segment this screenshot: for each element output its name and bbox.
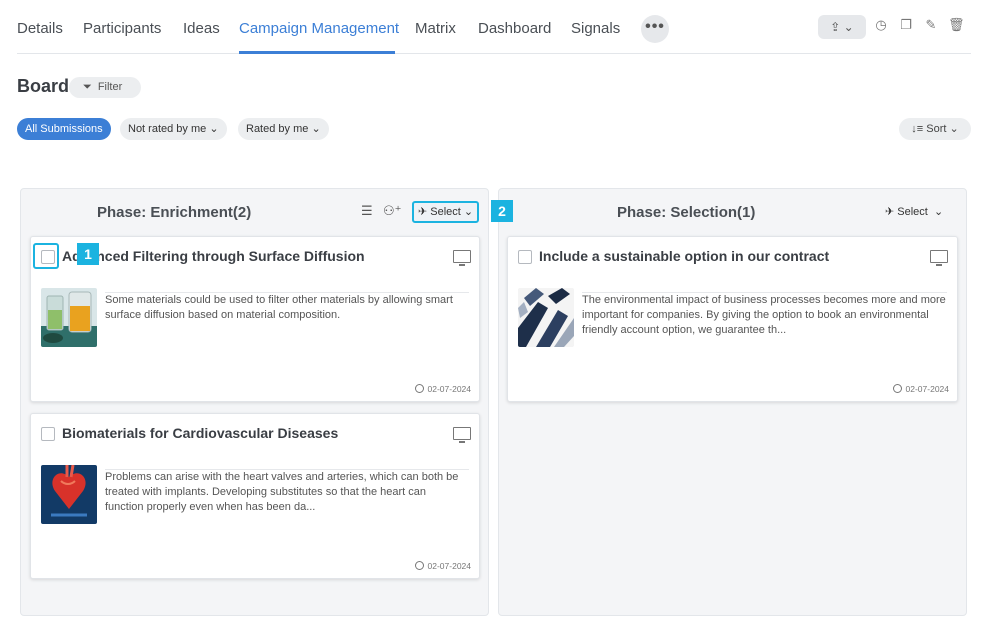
tab-campaign-management[interactable]: Campaign Management [239, 20, 399, 37]
card-date: 02-07-2024 [414, 384, 471, 394]
add-user-icon[interactable]: ⚇⁺ [383, 203, 402, 219]
phase-column-selection: Phase: Selection(1) ✈ Select ⌄ Include a… [498, 188, 967, 616]
active-tab-indicator [239, 51, 395, 54]
export-button[interactable]: ⇪ ⌄ [818, 15, 866, 39]
filter-label: Filter [97, 81, 123, 93]
column-select-button[interactable]: ✈ Select ⌄ [881, 201, 947, 223]
clock-icon [892, 384, 902, 393]
card-title: Biomaterials for Cardiovascular Diseases [62, 425, 339, 441]
card-title: Advanced Filtering through Surface Diffu… [62, 248, 365, 264]
select-label: Select [430, 206, 461, 218]
chevron-down-icon: ⌄ [209, 123, 219, 135]
card-date-label: 02-07-2024 [905, 384, 949, 394]
chevron-down-icon: ⌄ [933, 206, 944, 218]
rated-chip[interactable]: Rated by me ⌄ [238, 118, 329, 140]
card-thumbnail [41, 465, 97, 524]
idea-card[interactable]: Include a sustainable option in our cont… [507, 236, 958, 402]
card-title: Include a sustainable option in our cont… [539, 248, 830, 264]
settings-sliders-icon[interactable]: ☰ [361, 203, 373, 219]
card-checkbox[interactable] [41, 427, 55, 441]
tab-signals[interactable]: Signals [571, 20, 620, 37]
column-select-button[interactable]: ✈ Select ⌄ [412, 201, 480, 223]
sort-button[interactable]: ↓≡ Sort ⌄ [899, 118, 971, 140]
top-nav: Details Participants Ideas Campaign Mana… [17, 0, 971, 54]
present-screen-icon[interactable] [453, 427, 471, 443]
tab-participants[interactable]: Participants [83, 20, 161, 37]
sort-label: Sort [926, 123, 947, 135]
card-date: 02-07-2024 [414, 561, 471, 571]
callout-marker-1: 1 [77, 243, 99, 265]
tab-ideas[interactable]: Ideas [183, 20, 220, 37]
tab-details[interactable]: Details [17, 20, 63, 37]
column-title: Phase: Enrichment(2) [97, 204, 252, 221]
history-icon[interactable]: ◷ [873, 17, 889, 33]
copy-icon[interactable]: ❐ [898, 17, 914, 33]
tab-dashboard[interactable]: Dashboard [478, 20, 551, 37]
chevron-down-icon: ⌄ [463, 206, 474, 218]
clock-icon [414, 561, 424, 570]
card-description: The environmental impact of business pro… [582, 294, 946, 336]
edit-icon[interactable]: ✎ [923, 17, 939, 33]
chevron-down-icon: ⌄ [311, 123, 321, 135]
checkbox-highlight [33, 243, 59, 269]
card-date-label: 02-07-2024 [427, 561, 471, 571]
filter-button[interactable]: ⏷ Filter [69, 77, 141, 98]
card-thumbnail [41, 288, 97, 347]
all-submissions-chip[interactable]: All Submissions [17, 118, 111, 140]
card-date: 02-07-2024 [892, 384, 949, 394]
callout-marker-2: 2 [491, 200, 513, 222]
idea-card[interactable]: Biomaterials for Cardiovascular Diseases… [30, 413, 480, 579]
card-thumbnail [518, 288, 574, 347]
board-title: Board [17, 76, 70, 96]
pin-icon: ✈ [885, 206, 895, 218]
chevron-down-icon: ⌄ [949, 123, 959, 135]
not-rated-chip[interactable]: Not rated by me ⌄ [120, 118, 227, 140]
present-screen-icon[interactable] [930, 250, 948, 266]
card-description: Some materials could be used to filter o… [105, 294, 453, 321]
tab-matrix[interactable]: Matrix [415, 20, 456, 37]
column-title: Phase: Selection(1) [617, 204, 756, 221]
filter-icon: ⏷ [83, 81, 92, 93]
pin-icon: ✈ [418, 206, 428, 218]
delete-icon[interactable]: 🗑 [948, 17, 965, 33]
more-options-button[interactable]: ••• [641, 15, 669, 43]
not-rated-label: Not rated by me [128, 123, 207, 135]
rated-label: Rated by me [246, 123, 309, 135]
select-label: Select [897, 206, 928, 218]
clock-icon [414, 384, 424, 393]
present-screen-icon[interactable] [453, 250, 471, 266]
card-checkbox[interactable] [518, 250, 532, 264]
sort-icon: ↓≡ [911, 123, 924, 135]
card-description: Problems can arise with the heart valves… [105, 471, 459, 513]
card-date-label: 02-07-2024 [427, 384, 471, 394]
